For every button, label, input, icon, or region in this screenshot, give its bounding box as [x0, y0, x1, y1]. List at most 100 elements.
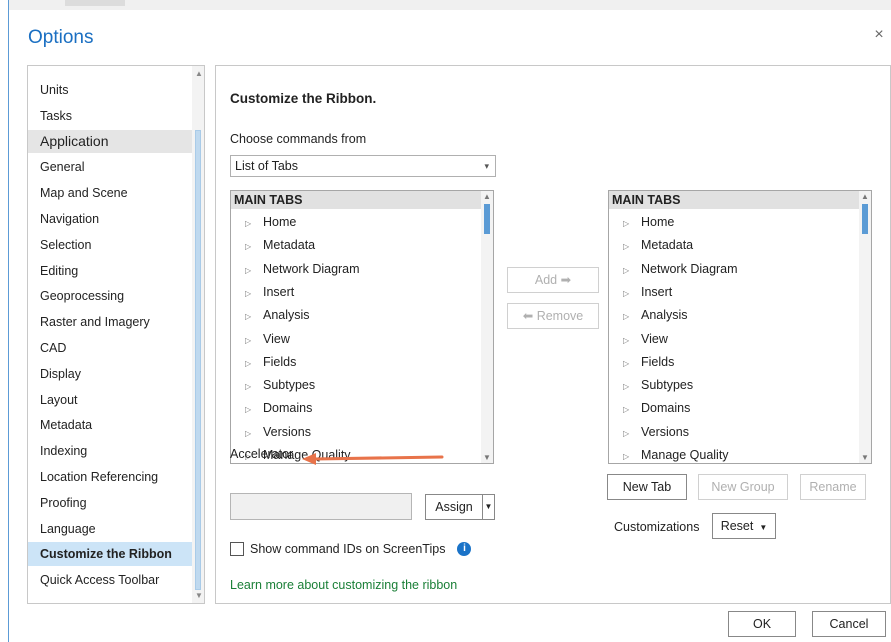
expand-triangle-icon[interactable]: ▷ — [245, 212, 263, 235]
cancel-button[interactable]: Cancel — [812, 611, 886, 637]
expand-triangle-icon[interactable]: ▷ — [623, 305, 641, 328]
expand-triangle-icon[interactable]: ▷ — [245, 305, 263, 328]
new-tab-button[interactable]: New Tab — [607, 474, 687, 500]
expand-triangle-icon[interactable]: ▷ — [623, 235, 641, 258]
list-item[interactable]: ▷ Home — [231, 211, 479, 234]
learn-more-link[interactable]: Learn more about customizing the ribbon — [230, 578, 457, 592]
list-item[interactable]: ▷ Manage Quality — [609, 444, 857, 463]
expand-triangle-icon[interactable]: ▷ — [623, 398, 641, 421]
list-item[interactable]: ▷ Subtypes — [609, 374, 857, 397]
list-item[interactable]: ▷ Fields — [231, 351, 479, 374]
expand-triangle-icon[interactable]: ▷ — [245, 352, 263, 375]
choose-commands-select[interactable]: List of Tabs ▾ — [230, 155, 496, 177]
nav-item[interactable]: Layout — [28, 388, 192, 412]
options-nav-list: Quick Access Toolbar Customize the Ribbon… — [27, 65, 205, 604]
expand-triangle-icon[interactable]: ▷ — [623, 375, 641, 398]
nav-item[interactable]: Language — [28, 517, 192, 541]
list-item-label: Insert — [263, 284, 295, 299]
nav-item[interactable]: Location Referencing — [28, 465, 192, 489]
list-item[interactable]: ▷ Subtypes — [231, 374, 479, 397]
nav-item[interactable]: Editing — [28, 259, 192, 283]
list-item[interactable]: ▷ Insert — [609, 281, 857, 304]
nav-item[interactable]: Customize the Ribbon — [28, 542, 192, 567]
nav-item[interactable]: Navigation — [28, 207, 192, 231]
list-item[interactable]: ▷ Analysis — [609, 304, 857, 327]
expand-triangle-icon[interactable]: ▷ — [623, 352, 641, 375]
expand-triangle-icon[interactable]: ▷ — [245, 259, 263, 282]
expand-triangle-icon[interactable]: ▷ — [245, 235, 263, 258]
scroll-up-icon[interactable]: ▲ — [861, 192, 869, 201]
nav-scroll-thumb[interactable] — [195, 130, 201, 590]
nav-item[interactable]: General — [28, 155, 192, 179]
expand-triangle-icon[interactable]: ▷ — [245, 375, 263, 398]
assign-label: Assign — [435, 500, 473, 514]
ok-button[interactable]: OK — [728, 611, 796, 637]
list-item[interactable]: ▷ Metadata — [609, 234, 857, 257]
list-header: MAIN TABS — [609, 191, 859, 209]
list-item[interactable]: ▷ Domains — [609, 397, 857, 420]
list-item[interactable]: ▷ Metadata — [231, 234, 479, 257]
scroll-down-icon[interactable]: ▼ — [195, 591, 203, 600]
list-item[interactable]: ▷ Insert — [231, 281, 479, 304]
list-item-label: Analysis — [641, 308, 688, 323]
expand-triangle-icon[interactable]: ▷ — [245, 422, 263, 445]
scroll-up-icon[interactable]: ▲ — [483, 192, 491, 201]
list-item-label: Versions — [263, 424, 311, 439]
expand-triangle-icon[interactable]: ▷ — [245, 329, 263, 352]
list-item[interactable]: ▷ Analysis — [231, 304, 479, 327]
chevron-down-icon[interactable]: ▼ — [482, 495, 494, 519]
list-scroll-thumb[interactable] — [862, 204, 868, 234]
nav-item[interactable]: Quick Access Toolbar — [28, 568, 192, 592]
list-item[interactable]: ▷ Domains — [231, 397, 479, 420]
expand-triangle-icon[interactable]: ▷ — [245, 282, 263, 305]
add-button[interactable]: Add ➡ — [507, 267, 599, 293]
nav-scrollbar[interactable]: ▲ ▼ — [192, 66, 204, 603]
show-ids-checkbox[interactable] — [230, 542, 244, 556]
list-scroll-thumb[interactable] — [484, 204, 490, 234]
remove-button[interactable]: ⬅ Remove — [507, 303, 599, 329]
nav-item[interactable]: Units — [28, 78, 192, 102]
close-icon[interactable]: × — [871, 27, 887, 43]
expand-triangle-icon[interactable]: ▷ — [245, 398, 263, 421]
rename-button[interactable]: Rename — [800, 474, 866, 500]
available-tabs-list[interactable]: MAIN TABS ▲ ▼ ▷ Home ▷ Metadata ▷ Network Dia… — [230, 190, 494, 464]
reset-button[interactable]: Reset ▼ — [712, 513, 776, 539]
list-scrollbar[interactable]: ▲ ▼ — [481, 191, 493, 463]
assign-button[interactable]: Assign ▼ — [425, 494, 495, 520]
nav-item[interactable]: Metadata — [28, 413, 192, 437]
scroll-up-icon[interactable]: ▲ — [195, 69, 203, 78]
list-item[interactable]: ▷ Network Diagram — [231, 258, 479, 281]
scroll-down-icon[interactable]: ▼ — [861, 453, 869, 462]
nav-item[interactable]: Tasks — [28, 104, 192, 128]
nav-item[interactable]: Proofing — [28, 491, 192, 515]
list-item-label: Subtypes — [263, 378, 316, 393]
list-item[interactable]: ▷ Versions — [231, 421, 479, 444]
nav-item[interactable]: Indexing — [28, 439, 192, 463]
expand-triangle-icon[interactable]: ▷ — [623, 329, 641, 352]
list-item[interactable]: ▷ View — [231, 328, 479, 351]
list-item[interactable]: ▷ Versions — [609, 421, 857, 444]
expand-triangle-icon[interactable]: ▷ — [623, 422, 641, 445]
list-item[interactable]: ▷ Home — [609, 211, 857, 234]
expand-triangle-icon[interactable]: ▷ — [623, 445, 641, 463]
expand-triangle-icon[interactable]: ▷ — [623, 259, 641, 282]
expand-triangle-icon[interactable]: ▷ — [623, 212, 641, 235]
new-group-button[interactable]: New Group — [698, 474, 788, 500]
nav-item[interactable]: CAD — [28, 336, 192, 360]
nav-item[interactable]: Map and Scene — [28, 181, 192, 205]
scroll-down-icon[interactable]: ▼ — [483, 453, 491, 462]
ribbon-tabs-list[interactable]: MAIN TABS ▲ ▼ ▷ Home ▷ Metadata ▷ Network Dia… — [608, 190, 872, 464]
accelerator-label: Accelerator — [230, 447, 294, 461]
nav-item[interactable]: Selection — [28, 233, 192, 257]
list-item[interactable]: ▷ View — [609, 328, 857, 351]
nav-item[interactable]: Geoprocessing — [28, 284, 192, 308]
expand-triangle-icon[interactable]: ▷ — [623, 282, 641, 305]
nav-item[interactable]: Display — [28, 362, 192, 386]
nav-item[interactable]: Raster and Imagery — [28, 310, 192, 334]
accelerator-input[interactable] — [230, 493, 412, 520]
list-item[interactable]: ▷ Fields — [609, 351, 857, 374]
choose-commands-value: List of Tabs — [235, 159, 299, 173]
info-icon[interactable]: i — [457, 542, 472, 556]
list-scrollbar[interactable]: ▲ ▼ — [859, 191, 871, 463]
list-item[interactable]: ▷ Network Diagram — [609, 258, 857, 281]
